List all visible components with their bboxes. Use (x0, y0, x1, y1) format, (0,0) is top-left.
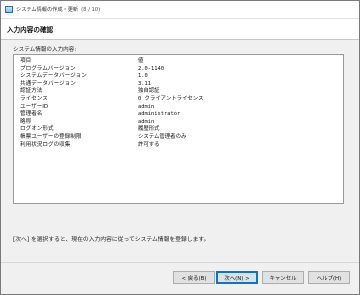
table-row: 認証方法 独自認証 (20, 88, 337, 96)
next-button[interactable]: 次へ(N) > (216, 271, 258, 284)
instruction-text: [次へ] を選択すると、現在の入力内容に従ってシステム情報を登録します。 (13, 237, 210, 243)
table-row: 共通データバージョン 3.11 (20, 81, 337, 89)
back-button[interactable]: < 戻る(B) (173, 271, 215, 284)
row-value: システム管理者のみ (138, 133, 187, 140)
cancel-button[interactable]: キャンセル (262, 271, 304, 284)
row-value: administrator (138, 111, 181, 118)
row-value: 1.0 (138, 73, 148, 80)
column-header-value: 値 (138, 58, 144, 64)
title-bar: システム情報の作成・更新 (8 / 10) (1, 1, 359, 19)
row-key: システムデータバージョン (20, 73, 87, 80)
table-row: 帳票ユーザーの登録制限 システム管理者のみ (20, 134, 337, 142)
content-area: システム情報の入力内容: 項目 値 プログラムバージョン 2.0-1140 シス… (1, 40, 359, 264)
app-icon (5, 6, 13, 13)
row-key: 管理者名 (20, 111, 43, 118)
row-value: 独自認証 (138, 88, 160, 95)
table-row: 利用状況ログの収集 許可する (20, 142, 337, 150)
wizard-window: システム情報の作成・更新 (8 / 10) 入力内容の確認 システム情報の入力内… (0, 0, 360, 295)
row-value: 許可する (138, 141, 160, 148)
row-key: ライセンス (20, 95, 48, 102)
table-row: ユーザーID admin (20, 104, 337, 112)
row-key: 利用状況ログの収集 (20, 141, 71, 148)
row-key: ログオン形式 (20, 126, 54, 133)
button-bar: < 戻る(B) 次へ(N) > キャンセル ヘルプ(H) (1, 262, 359, 294)
table-row: ライセンス 0 クライアントライセンス (20, 96, 337, 104)
group-label: システム情報の入力内容: (13, 47, 77, 53)
table-row: 管理者名 administrator (20, 111, 337, 119)
table-row: ログオン形式 履歴形式 (20, 126, 337, 134)
row-key: 認証方法 (20, 88, 43, 95)
table-header-row: 項目 値 (20, 58, 337, 66)
row-key: 帳票ユーザーの登録制限 (20, 133, 82, 140)
window-title: システム情報の作成・更新 (16, 7, 79, 13)
row-value: admin (138, 103, 155, 110)
row-value: 0 クライアントライセンス (138, 95, 204, 102)
page-title: 入力内容の確認 (7, 26, 54, 34)
help-button[interactable]: ヘルプ(H) (308, 271, 350, 284)
page-header: 入力内容の確認 (1, 19, 359, 40)
table-row: システムデータバージョン 1.0 (20, 73, 337, 81)
table-row: 略称 admin (20, 119, 337, 127)
row-value: 履歴形式 (138, 126, 160, 133)
wizard-step-indicator: (8 / 10) (81, 6, 101, 13)
settings-list[interactable]: 項目 値 プログラムバージョン 2.0-1140 システムデータバージョン 1.… (13, 54, 344, 204)
column-header-item: 項目 (20, 58, 32, 64)
row-value: 2.0-1140 (138, 65, 164, 72)
